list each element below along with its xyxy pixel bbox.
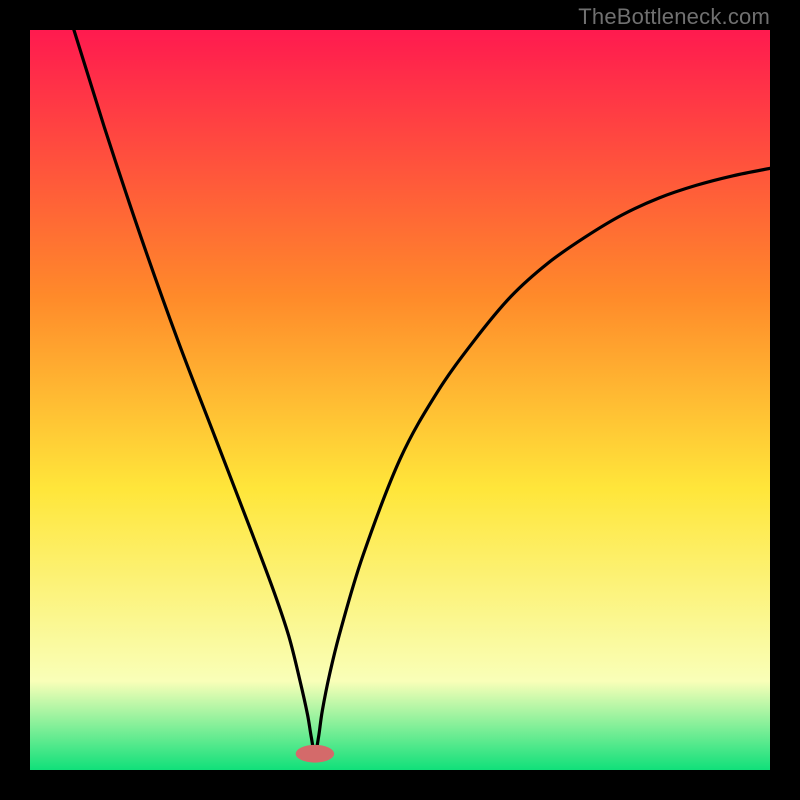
bottleneck-chart — [30, 30, 770, 770]
minimum-marker — [296, 745, 334, 763]
plot-area — [30, 30, 770, 770]
attribution-label: TheBottleneck.com — [578, 4, 770, 30]
gradient-background — [30, 30, 770, 770]
chart-frame: TheBottleneck.com — [0, 0, 800, 800]
